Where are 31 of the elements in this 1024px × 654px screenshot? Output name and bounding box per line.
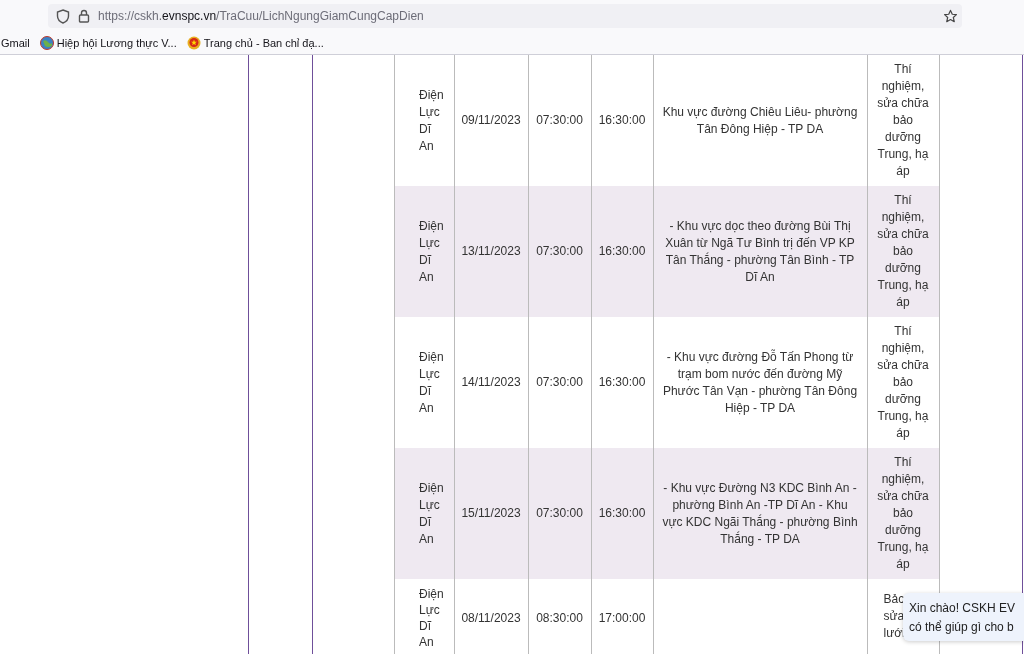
- table-cell: - Khu vực Đường N3 KDC Bình An - phường Bình An -TP Dĩ An - Khu vực KDC Ngãi Thắng - phường Bình Thắng - TP DA: [653, 448, 867, 579]
- table-cell: 07:30:00: [528, 448, 591, 579]
- globe-icon: [39, 36, 54, 50]
- table-cell: 17:00:00: [591, 579, 653, 654]
- table-cell: 08:30:00: [528, 579, 591, 654]
- table-cell: Thí nghiệm, sửa chữa bảo dưỡng Trung, hạ áp: [867, 186, 939, 317]
- table-cell: 15/11/2023: [454, 448, 528, 579]
- table-cell: 16:30:00: [591, 448, 653, 579]
- table-cell: Điện Lực Dĩ An: [395, 579, 454, 654]
- emblem-icon: [186, 36, 201, 50]
- table-cell: Điện Lực Dĩ An: [395, 186, 454, 317]
- table-cell: Thí nghiệm, sửa chữa bảo dưỡng Trung, hạ áp: [867, 448, 939, 579]
- chat-text: Xin chào! CSKH EV: [909, 600, 1017, 617]
- chat-text: có thể giúp gì cho b: [909, 619, 1015, 636]
- shield-icon: [56, 8, 70, 24]
- url-text[interactable]: https://cskh.evnspc.vn/TraCuu/LichNgungGiamCungCapDien: [98, 9, 424, 23]
- table-cell: 13/11/2023: [454, 186, 528, 317]
- cell-text: sửa: [883, 608, 905, 625]
- table-cell: 07:30:00: [528, 186, 591, 317]
- lock-icon: [78, 9, 90, 23]
- bookmark-item[interactable]: Gmail: [0, 35, 30, 51]
- bookmark-star-icon[interactable]: [943, 8, 958, 24]
- cell-text: Bảc: [883, 591, 905, 608]
- bookmark-item[interactable]: Trang chủ - Ban chỉ đạ...: [186, 34, 324, 52]
- chat-popup[interactable]: Xin chào! CSKH EV có thể giúp gì cho b: [903, 593, 1024, 641]
- address-bar[interactable]: https://cskh.evnspc.vn/TraCuu/LichNgungGiamCungCapDien: [48, 4, 962, 28]
- table-cell: 16:30:00: [591, 186, 653, 317]
- bookmark-item[interactable]: Hiệp hội Lương thực V...: [39, 34, 177, 52]
- table-cell: 08/11/2023: [454, 579, 528, 654]
- table-cell: - Khu vực dọc theo đường Bùi Thị Xuân từ Ngã Tư Bình trị đến VP KP Tân Thắng - phường Tân Bình - TP Dĩ An: [653, 186, 867, 317]
- table-cell: Điện Lực Dĩ An: [395, 448, 454, 579]
